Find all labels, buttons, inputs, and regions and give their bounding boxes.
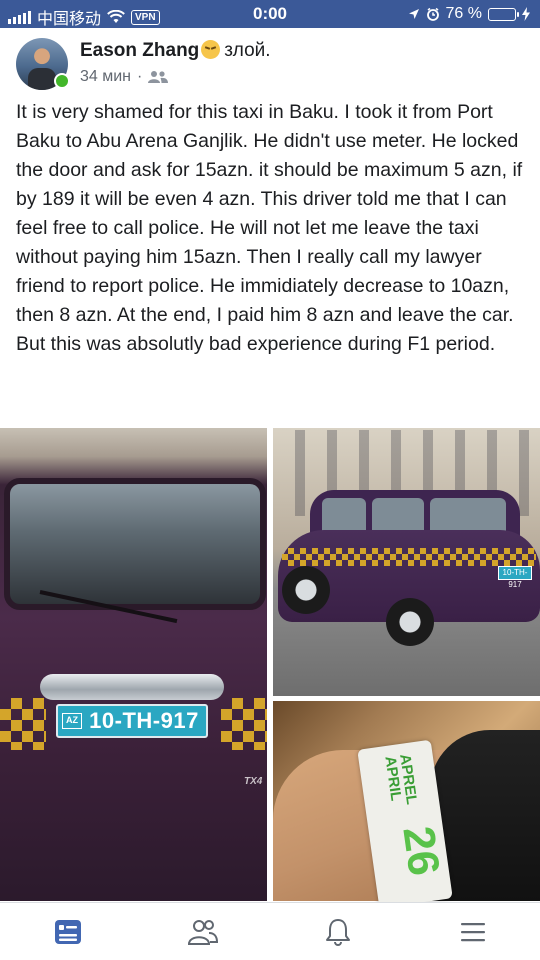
friends-audience-icon[interactable] (148, 70, 169, 84)
cab-wheel (386, 598, 434, 646)
nav-friends[interactable] (135, 903, 270, 960)
model-badge: TX4 (244, 776, 263, 787)
cab-wheel (282, 566, 330, 614)
post-time[interactable]: 34 мин (80, 68, 131, 86)
bottom-nav (0, 902, 540, 960)
plate-number: 10-TH-917 (89, 708, 199, 733)
wristband-day: 26 (393, 823, 449, 879)
nav-news-feed[interactable] (0, 903, 135, 960)
nav-menu[interactable] (405, 903, 540, 960)
online-status-dot (54, 73, 70, 89)
plate-country-code: AZ (62, 713, 82, 729)
side-license-plate: 10-TH-917 (498, 566, 532, 589)
feeling-label: злой. (224, 40, 271, 61)
battery-icon (488, 7, 519, 21)
menu-icon (460, 922, 485, 941)
status-bar: 中国移动 VPN 0:00 76 % (0, 0, 540, 28)
notifications-bell-icon (325, 918, 350, 946)
wristband-month: APREL APRIL (381, 753, 420, 806)
post-header: Eason Zhang злой. 34 мин · (14, 36, 526, 94)
friends-icon (187, 919, 218, 945)
checker-pattern-right (221, 698, 267, 750)
meta-separator: · (137, 68, 143, 85)
post-text: It is very shamed for this taxi in Baku.… (16, 101, 523, 355)
post-meta: 34 мин · (80, 68, 169, 86)
battery-percent: 76 % (445, 5, 482, 22)
location-arrow-icon (408, 9, 419, 19)
checker-pattern-left (0, 698, 46, 750)
charging-icon (522, 7, 530, 21)
cab-checker-stripe (282, 548, 536, 566)
angry-face-icon (201, 40, 221, 59)
alarm-clock-icon (426, 7, 439, 21)
license-plate: AZ 10-TH-917 (56, 704, 208, 738)
news-feed-icon (54, 919, 81, 944)
nav-notifications[interactable] (270, 903, 405, 960)
status-right: 76 % (408, 5, 530, 23)
author-line: Eason Zhang злой. (80, 40, 271, 62)
chrome-trim (40, 674, 224, 700)
author-name[interactable]: Eason Zhang (80, 40, 199, 61)
